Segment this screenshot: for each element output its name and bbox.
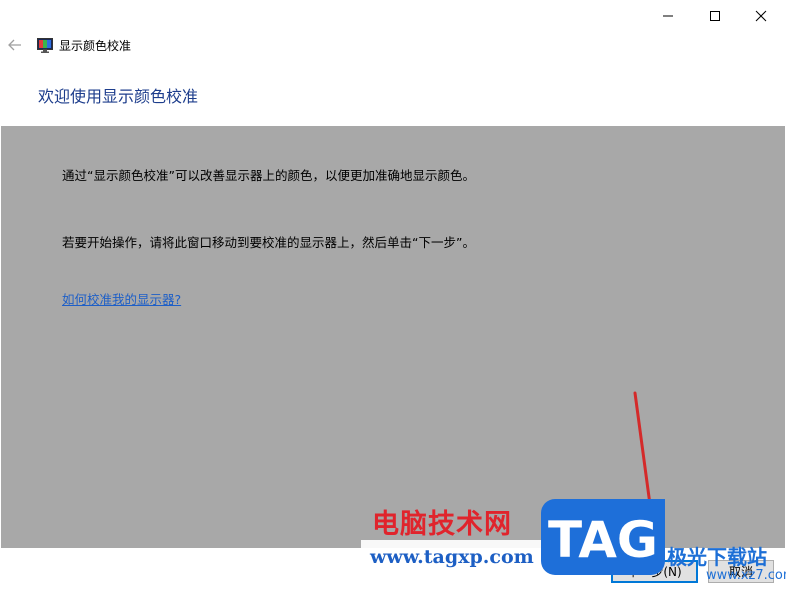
calibration-window: 显示颜色校准 欢迎使用显示颜色校准 通过“显示颜色校准”可以改善显示器上的颜色，… <box>0 0 786 593</box>
back-arrow-icon <box>8 39 21 51</box>
maximize-icon <box>710 11 720 21</box>
next-button[interactable]: 下一步(N) <box>611 560 698 583</box>
close-icon <box>755 10 767 22</box>
intro-paragraph: 通过“显示颜色校准”可以改善显示器上的颜色，以便更加准确地显示颜色。 <box>62 168 475 183</box>
help-link[interactable]: 如何校准我的显示器? <box>62 291 181 309</box>
maximize-button[interactable] <box>692 0 738 32</box>
minimize-icon <box>663 15 673 17</box>
instruction-paragraph: 若要开始操作，请将此窗口移动到要校准的显示器上，然后单击“下一步”。 <box>62 235 475 250</box>
minimize-button[interactable] <box>645 0 691 32</box>
back-button[interactable] <box>4 34 26 56</box>
close-button[interactable] <box>738 0 784 32</box>
monitor-icon <box>37 38 53 53</box>
window-title: 显示颜色校准 <box>59 39 132 53</box>
content-panel: 通过“显示颜色校准”可以改善显示器上的颜色，以便更加准确地显示颜色。 若要开始操… <box>1 126 785 548</box>
page-heading: 欢迎使用显示颜色校准 <box>38 87 199 106</box>
button-bar: 下一步(N) 取消 <box>0 548 786 593</box>
cancel-button[interactable]: 取消 <box>708 560 774 583</box>
